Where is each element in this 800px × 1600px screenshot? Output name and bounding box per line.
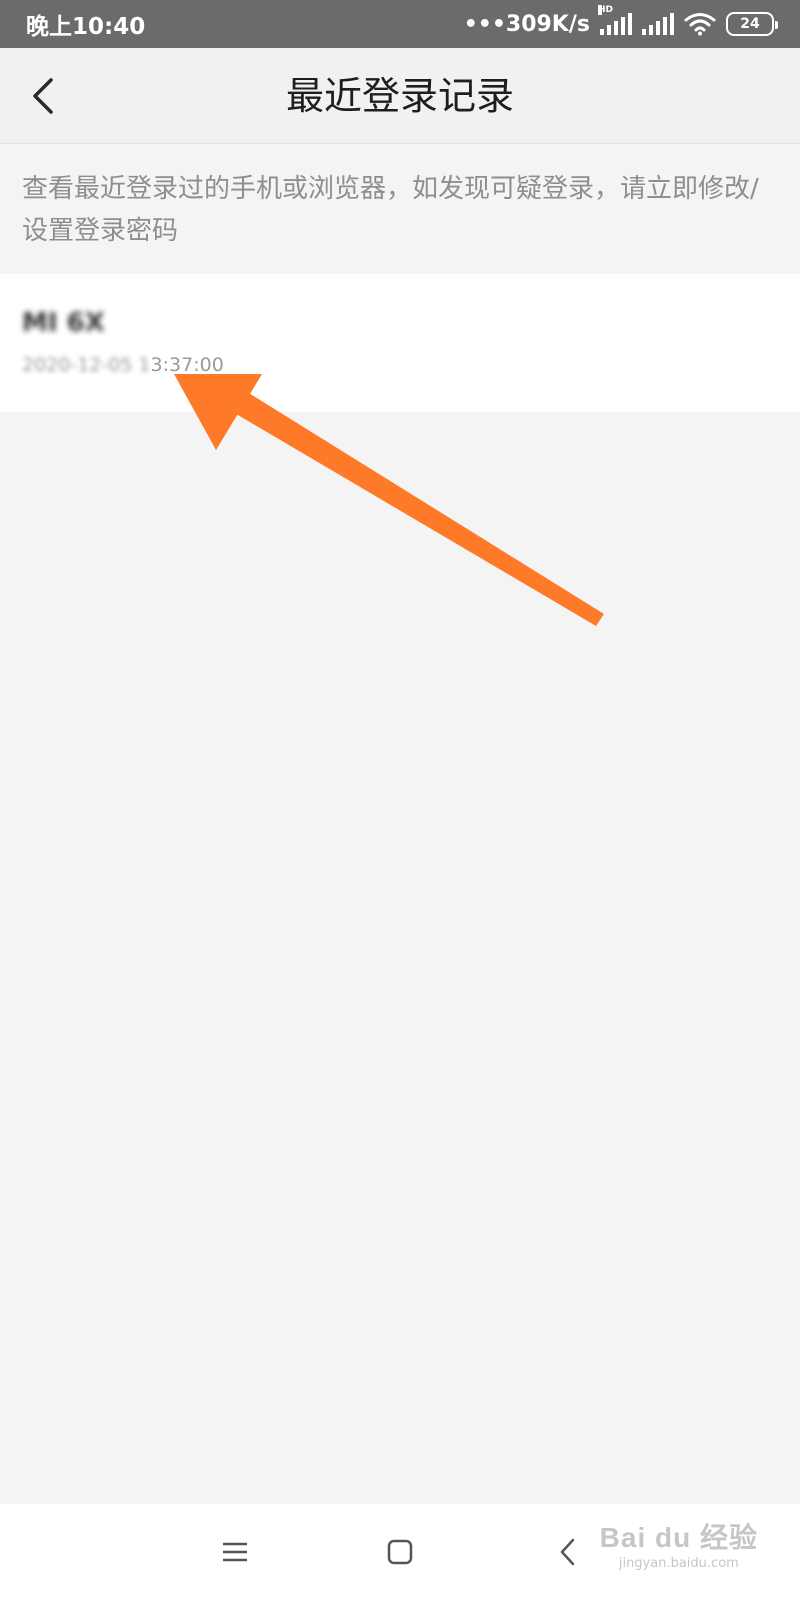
battery-icon: 24 (726, 12, 778, 36)
record-device-name: MI 6X (22, 308, 105, 338)
header: 最近登录记录 (0, 48, 800, 144)
arrow-shaft (226, 390, 604, 626)
status-bar: 晚上10:40 •••309K/s HD 24 (0, 0, 800, 48)
record-time: 2020-12-05 13:37:00 (22, 354, 224, 376)
watermark-sub: jingyan.baidu.com (618, 1556, 739, 1571)
status-time: 晚上10:40 (26, 14, 146, 40)
record-time-blurred: 2020-12-05 1 (22, 354, 151, 376)
signal-icon: HD (598, 5, 632, 35)
login-record-item[interactable]: MI 6X 2020-12-05 13:37:00 (0, 274, 800, 412)
page-title: 最近登录记录 (285, 74, 514, 118)
chevron-left-icon (33, 78, 53, 114)
description-text: 查看最近登录过的手机或浏览器，如发现可疑登录，请立即修改/设置登录密码 (22, 174, 759, 246)
back-icon (560, 1538, 575, 1566)
back-button[interactable] (20, 72, 68, 120)
nav-back-button[interactable] (548, 1532, 588, 1572)
status-icons: •••309K/s HD 24 (463, 5, 778, 37)
home-icon (387, 1539, 413, 1565)
wifi-icon (684, 13, 716, 36)
menu-icon (223, 1542, 247, 1562)
network-speed: •••309K/s (463, 11, 590, 37)
record-time-visible: 3:37:00 (150, 354, 224, 376)
hd-label: HD (598, 5, 614, 15)
battery-level: 24 (740, 16, 760, 32)
baidu-watermark: Bai du 经验 jingyan.baidu.com (600, 1516, 758, 1571)
signal-icon (642, 13, 674, 35)
watermark-main: Bai du 经验 (599, 1522, 758, 1553)
menu-button[interactable] (215, 1532, 255, 1572)
home-button[interactable] (380, 1532, 420, 1572)
